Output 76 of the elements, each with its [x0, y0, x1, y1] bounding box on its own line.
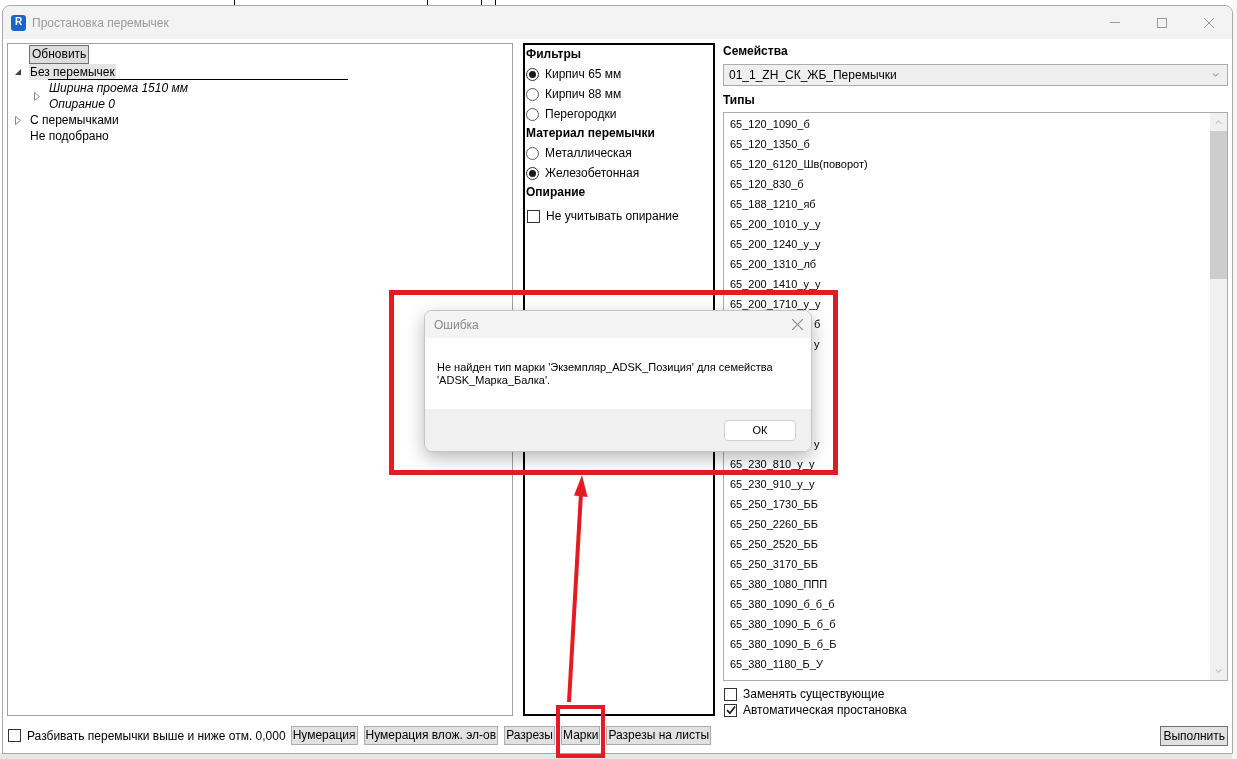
scrollbar-thumb[interactable] [1210, 131, 1227, 279]
action-button[interactable]: Нумерация [290, 726, 358, 745]
section-heading: Материал перемычки [526, 125, 656, 142]
section-heading: Фильтры [526, 46, 583, 63]
list-item[interactable]: 65_200_1010_у_у [730, 217, 821, 231]
list-item[interactable]: 65_120_6120_Шв(поворот) [730, 157, 868, 171]
radio-button[interactable] [526, 146, 539, 160]
checkbox[interactable] [527, 209, 540, 223]
tree-item-label[interactable]: Без перемычек [29, 64, 116, 80]
list-item[interactable]: 65_380_1080_ППП [730, 577, 828, 591]
option-label: Не учитывать опирание [546, 208, 679, 225]
option-label: Автоматическая простановка [743, 702, 907, 719]
list-item[interactable]: 65_380_1090_Б_б_Б [730, 637, 837, 651]
action-button[interactable]: Марки [561, 726, 601, 745]
checkbox[interactable] [724, 687, 737, 701]
option-label: Кирпич 88 мм [545, 86, 622, 103]
list-item[interactable]: у [814, 337, 820, 351]
triangle-right-icon[interactable] [34, 91, 40, 101]
action-button[interactable]: Нумерация влож. эл-ов [363, 726, 499, 745]
run-button[interactable]: Выполнить [1160, 725, 1228, 746]
close-icon[interactable] [1203, 17, 1214, 28]
scrollbar[interactable] [1210, 113, 1227, 680]
tree-item-label[interactable]: Опирание 0 [48, 96, 189, 112]
checkmark-icon [725, 705, 736, 715]
list-item[interactable]: 65_200_1410_у_у [730, 277, 821, 291]
section-heading: Опирание [526, 184, 587, 201]
list-item[interactable]: 65_380_1180_Б_У [730, 657, 823, 671]
checkbox[interactable] [8, 729, 21, 742]
radio-button[interactable] [526, 87, 539, 101]
highlight-frame [556, 705, 606, 758]
tree-item-label[interactable]: Не подобрано [29, 128, 110, 144]
app-icon: R [11, 14, 26, 31]
list-item[interactable]: 65_200_1240_у_у [730, 237, 821, 251]
family-dropdown[interactable]: 01_1_ZH_СК_ЖБ_Перемычки [723, 64, 1228, 86]
option-label: Перегородки [545, 106, 617, 123]
option-label: Разбивать перемычки выше и ниже отм. 0,000 [27, 727, 286, 745]
radio-button[interactable] [526, 107, 539, 121]
window-title: Простановка перемычек [32, 14, 169, 32]
action-button[interactable]: Разрезы [504, 726, 555, 745]
option-label: Заменять существующие [743, 686, 885, 703]
tree-item-label[interactable]: Ширина проема 1510 мм [48, 80, 189, 96]
list-item[interactable]: 65_230_910_у_у [730, 477, 815, 491]
refresh-button[interactable]: Обновить [29, 45, 90, 64]
triangle-right-icon[interactable] [15, 115, 21, 125]
chevron-down-icon [1212, 73, 1219, 77]
ok-button[interactable]: ОК [724, 419, 796, 441]
close-icon[interactable] [792, 319, 803, 330]
checkbox[interactable] [724, 703, 737, 717]
list-item[interactable]: б [814, 317, 821, 331]
radio-button[interactable] [526, 166, 539, 180]
list-item[interactable]: 65_380_1090_б_б_б [730, 597, 835, 611]
list-item[interactable]: 65_250_1730_ББ [730, 497, 818, 511]
option-label: Металлическая [545, 145, 632, 162]
option-label: Железобетонная [545, 165, 640, 182]
list-item[interactable]: у [814, 437, 820, 451]
list-item[interactable]: 65_120_1350_б [730, 137, 810, 151]
list-item[interactable]: 65_230_810_у_у [730, 457, 815, 471]
tree-item-label[interactable]: С перемычками [29, 112, 120, 128]
dialog-message: Не найден тип марки 'Экземпляр_ADSK_Позиция' для семейства 'ADSK_Марка_Балка'. [437, 360, 774, 387]
list-item[interactable]: 65_120_1090_б [730, 117, 810, 131]
list-item[interactable]: 65_250_3170_ББ [730, 557, 818, 571]
option-label: Кирпич 65 мм [545, 66, 622, 83]
field-label: Семейства [723, 43, 789, 60]
list-item[interactable]: 65_250_2260_ББ [730, 517, 818, 531]
list-item[interactable]: 65_188_1210_яб [730, 197, 816, 211]
dialog-title: Ошибка [434, 316, 479, 334]
list-item[interactable]: 65_200_1310_лб [730, 257, 817, 271]
list-item[interactable]: 65_200_1710_у_у [730, 297, 821, 311]
action-button[interactable]: Разрезы на листы [606, 726, 712, 745]
maximize-icon[interactable] [1156, 17, 1167, 28]
list-item[interactable]: 65_380_1090_Б_б_б [730, 617, 836, 631]
triangle-down-icon[interactable] [15, 69, 21, 75]
field-label: Типы [723, 92, 756, 109]
radio-button[interactable] [526, 67, 539, 81]
list-item[interactable]: 65_250_2520_ББ [730, 537, 818, 551]
list-item[interactable]: 65_120_830_б [730, 177, 804, 191]
